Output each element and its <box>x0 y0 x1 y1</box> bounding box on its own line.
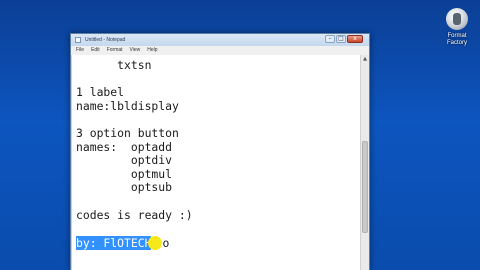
text-line: names: optadd <box>76 139 173 154</box>
text-line: optmul <box>76 166 173 181</box>
text-line: 3 option button <box>76 125 179 140</box>
menu-help[interactable]: Help <box>147 46 157 55</box>
window-controls: – □ x <box>325 35 363 43</box>
editor-content: txtsn 1 label name:lbldisplay 3 option b… <box>76 58 193 250</box>
menu-file[interactable]: File <box>76 46 84 55</box>
text-line: optsub <box>76 180 173 195</box>
notepad-icon <box>75 37 81 43</box>
trailing-text: o <box>162 235 170 250</box>
text-line: name:lbldisplay <box>76 98 179 113</box>
text-line <box>76 73 193 87</box>
window-title: Untitled - Notepad <box>85 37 126 43</box>
desktop-icon-label: Format Factory <box>446 33 467 46</box>
text-line <box>76 113 193 127</box>
format-factory-icon <box>446 8 468 30</box>
title-bar[interactable]: Untitled - Notepad – □ x <box>71 34 369 46</box>
selected-text: by: FlOTECH <box>76 235 152 250</box>
text-line <box>76 195 193 209</box>
text-line: txtsn <box>76 58 152 72</box>
menu-view[interactable]: View <box>130 46 141 55</box>
minimize-button[interactable]: – <box>325 35 335 43</box>
menu-bar: File Edit Format View Help <box>71 46 369 55</box>
text-line: optdiv <box>76 153 173 168</box>
maximize-button[interactable]: □ <box>336 35 346 43</box>
desktop-shortcut-format-factory[interactable]: Format Factory <box>437 8 477 47</box>
text-editor[interactable]: txtsn 1 label name:lbldisplay 3 option b… <box>72 55 360 270</box>
scrollbar-thumb[interactable] <box>362 141 368 233</box>
menu-format[interactable]: Format <box>107 46 123 55</box>
close-button[interactable]: x <box>347 35 363 43</box>
vertical-scrollbar[interactable]: ▲ <box>360 55 369 270</box>
text-line <box>76 222 193 236</box>
menu-edit[interactable]: Edit <box>91 46 100 55</box>
selected-text-line: by: FlOTECH o <box>76 235 193 250</box>
text-line: codes is ready :) <box>76 207 193 222</box>
notepad-window: Untitled - Notepad – □ x File Edit Forma… <box>70 33 370 270</box>
cursor-highlight <box>148 235 163 250</box>
scroll-up-icon[interactable]: ▲ <box>362 56 368 63</box>
text-line: 1 label <box>76 85 125 100</box>
